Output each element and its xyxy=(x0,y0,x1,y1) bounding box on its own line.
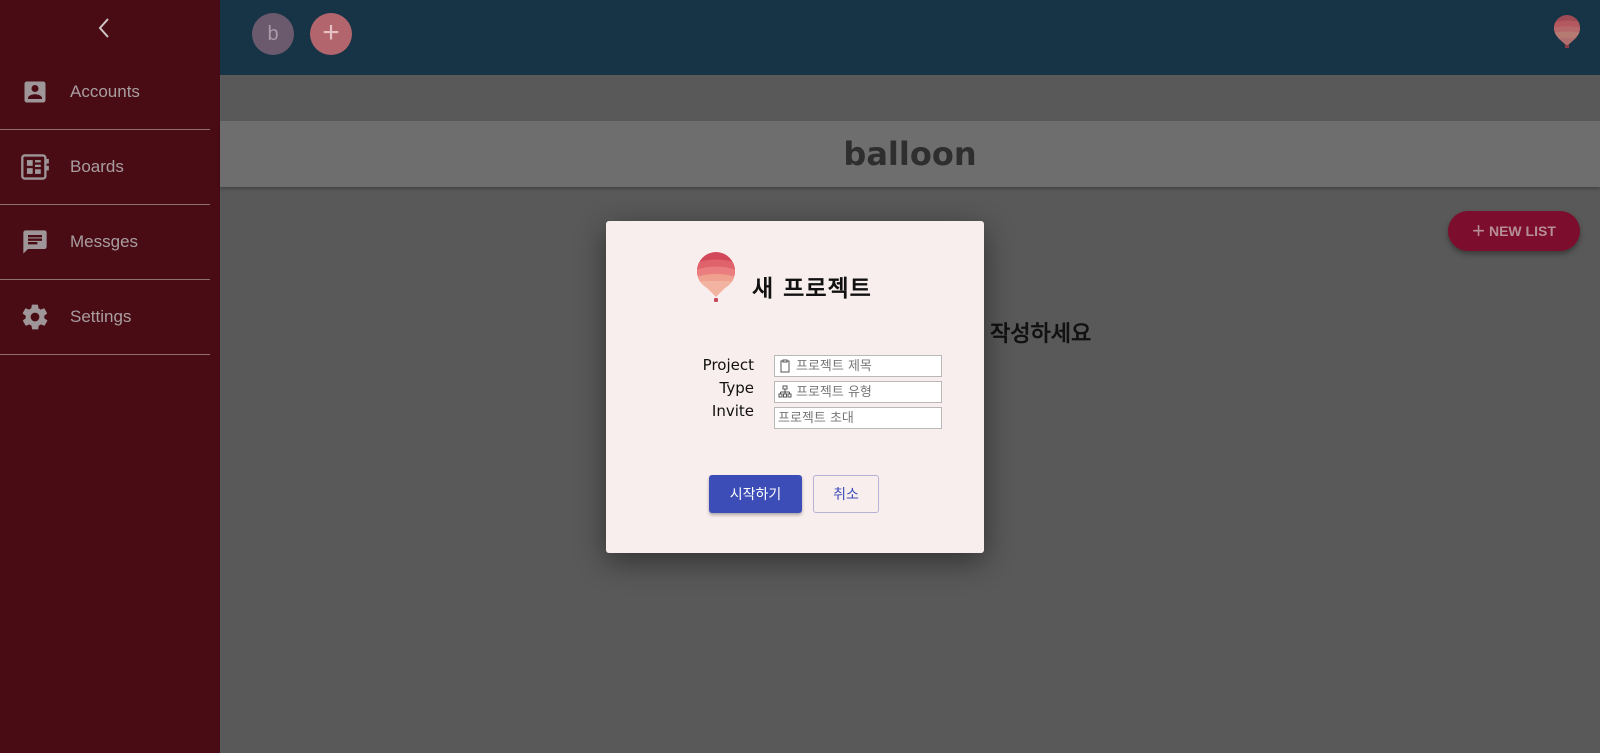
project-type-field[interactable] xyxy=(774,381,942,403)
type-label: Type xyxy=(719,379,754,397)
account-box-icon xyxy=(20,77,50,107)
project-title-input[interactable] xyxy=(796,358,936,374)
sidebar: Accounts Boards Messges Settings xyxy=(0,0,220,753)
start-button[interactable]: 시작하기 xyxy=(709,475,802,513)
board-title: balloon xyxy=(843,135,977,173)
sidebar-item-label: Settings xyxy=(70,307,132,326)
project-type-input[interactable] xyxy=(796,384,936,400)
sidebar-item-label: Accounts xyxy=(70,82,140,101)
new-project-dialog: 새 프로젝트 Project Type Invite 시작하기 취소 xyxy=(606,221,984,553)
message-icon xyxy=(20,227,50,257)
gear-icon xyxy=(20,302,50,332)
empty-board-message: 작성하세요 xyxy=(990,322,1092,347)
sidebar-item-label: Messges xyxy=(70,232,139,251)
dialog-title: 새 프로젝트 xyxy=(752,276,872,302)
collapse-sidebar-button[interactable] xyxy=(94,16,114,40)
balloon-logo-icon[interactable] xyxy=(1552,14,1582,50)
top-bar: b + xyxy=(220,0,1600,75)
board-header: balloon xyxy=(220,121,1600,187)
new-list-button[interactable]: + NEW LIST xyxy=(1448,211,1580,251)
sitemap-icon xyxy=(778,385,792,399)
balloon-logo-icon xyxy=(696,251,736,307)
project-title-field[interactable] xyxy=(774,355,942,377)
sidebar-item-settings[interactable]: Settings xyxy=(0,280,210,355)
project-invite-field[interactable] xyxy=(774,407,942,429)
chevron-left-icon xyxy=(98,18,109,38)
avatar[interactable]: b xyxy=(252,13,294,55)
sidebar-item-label: Boards xyxy=(70,157,124,176)
cancel-button[interactable]: 취소 xyxy=(813,475,879,513)
sidebar-item-accounts[interactable]: Accounts xyxy=(0,55,210,130)
dashboard-icon xyxy=(20,152,50,182)
clipboard-icon xyxy=(778,359,792,373)
sidebar-item-messages[interactable]: Messges xyxy=(0,205,210,280)
invite-label: Invite xyxy=(711,402,754,420)
new-list-label: NEW LIST xyxy=(1488,223,1556,239)
sidebar-item-boards[interactable]: Boards xyxy=(0,130,210,205)
add-board-button[interactable]: + xyxy=(310,13,352,55)
plus-icon: + xyxy=(1472,218,1485,243)
project-label: Project xyxy=(702,356,754,374)
project-invite-input[interactable] xyxy=(778,410,918,426)
